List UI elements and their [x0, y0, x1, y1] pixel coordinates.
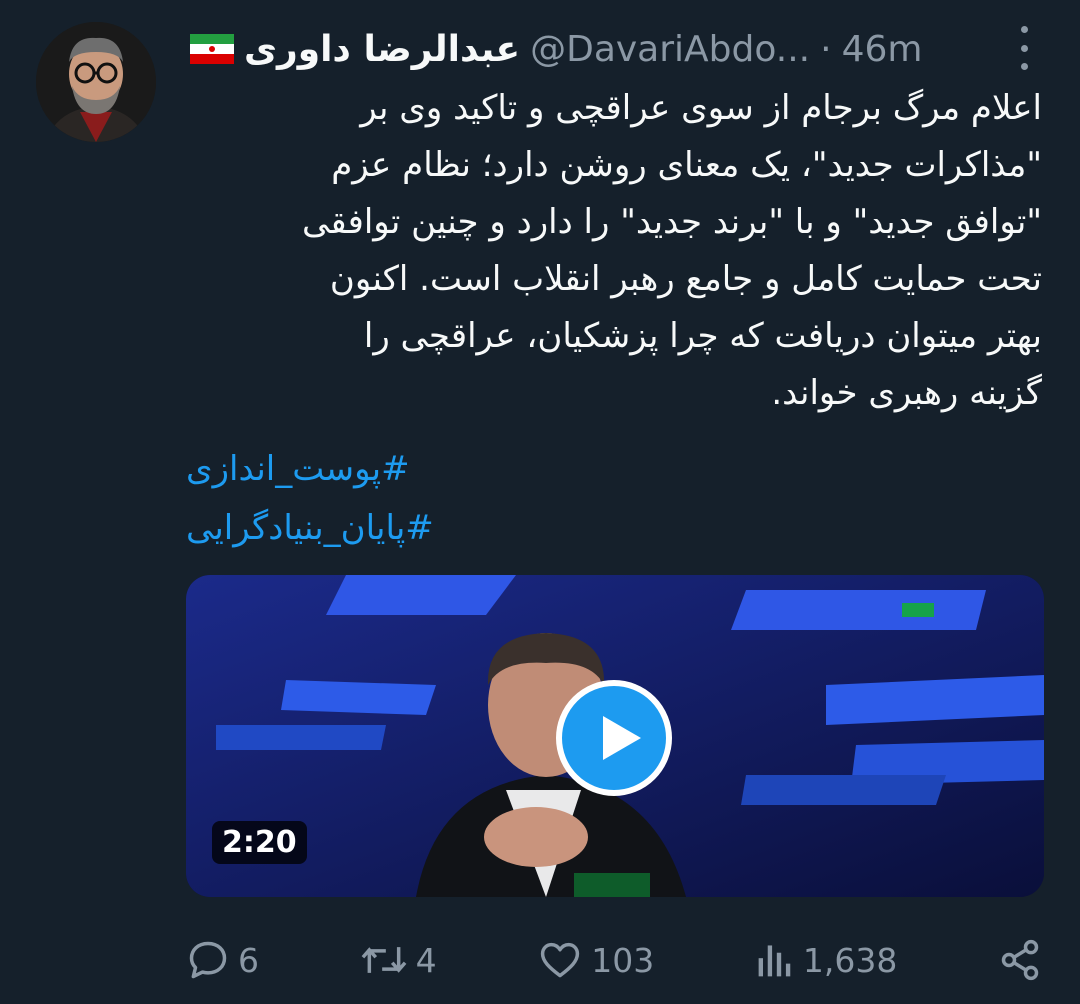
reply-icon — [189, 941, 227, 979]
user-handle[interactable]: @DavariAbdo... — [530, 29, 810, 70]
share-icon — [1001, 939, 1039, 981]
reply-count: 6 — [238, 940, 259, 980]
views-icon — [758, 945, 791, 977]
like-count: 103 — [591, 940, 655, 980]
hashtag-link[interactable]: #پوست_اندازی — [186, 440, 1042, 499]
retweet-count: 4 — [415, 940, 437, 980]
hashtag-link[interactable]: #پایان_بنیادگرایی — [186, 499, 1042, 558]
separator-dot: · — [820, 28, 832, 70]
reply-button[interactable]: 6 — [186, 938, 259, 982]
timestamp[interactable]: 46m — [842, 29, 923, 70]
play-icon[interactable] — [556, 680, 672, 796]
hashtag-list: #پوست_اندازی #پایان_بنیادگرایی — [186, 440, 1042, 558]
view-count: 1,638 — [802, 940, 898, 980]
tweet-header: عبدالرضا داوری @DavariAbdo... · 46m — [190, 22, 1010, 76]
more-icon[interactable] — [1012, 26, 1036, 70]
like-button[interactable]: 103 — [537, 938, 654, 982]
avatar-image — [36, 22, 156, 142]
action-bar: 6 4 103 1,638 — [186, 930, 1042, 990]
flag-of-iran-icon — [190, 34, 234, 64]
views-button[interactable]: 1,638 — [755, 938, 897, 982]
video-duration: 2:20 — [212, 821, 307, 864]
tweet-text: اعلام مرگ برجام از سوی عراقچی و تاکید وی… — [302, 88, 1042, 413]
display-name[interactable]: عبدالرضا داوری — [244, 29, 520, 70]
video-player[interactable]: 2:20 — [186, 575, 1044, 897]
share-button[interactable] — [998, 938, 1042, 982]
avatar[interactable] — [36, 22, 156, 142]
retweet-button[interactable]: 4 — [360, 938, 437, 982]
like-icon — [541, 942, 580, 978]
retweet-icon — [361, 947, 407, 973]
